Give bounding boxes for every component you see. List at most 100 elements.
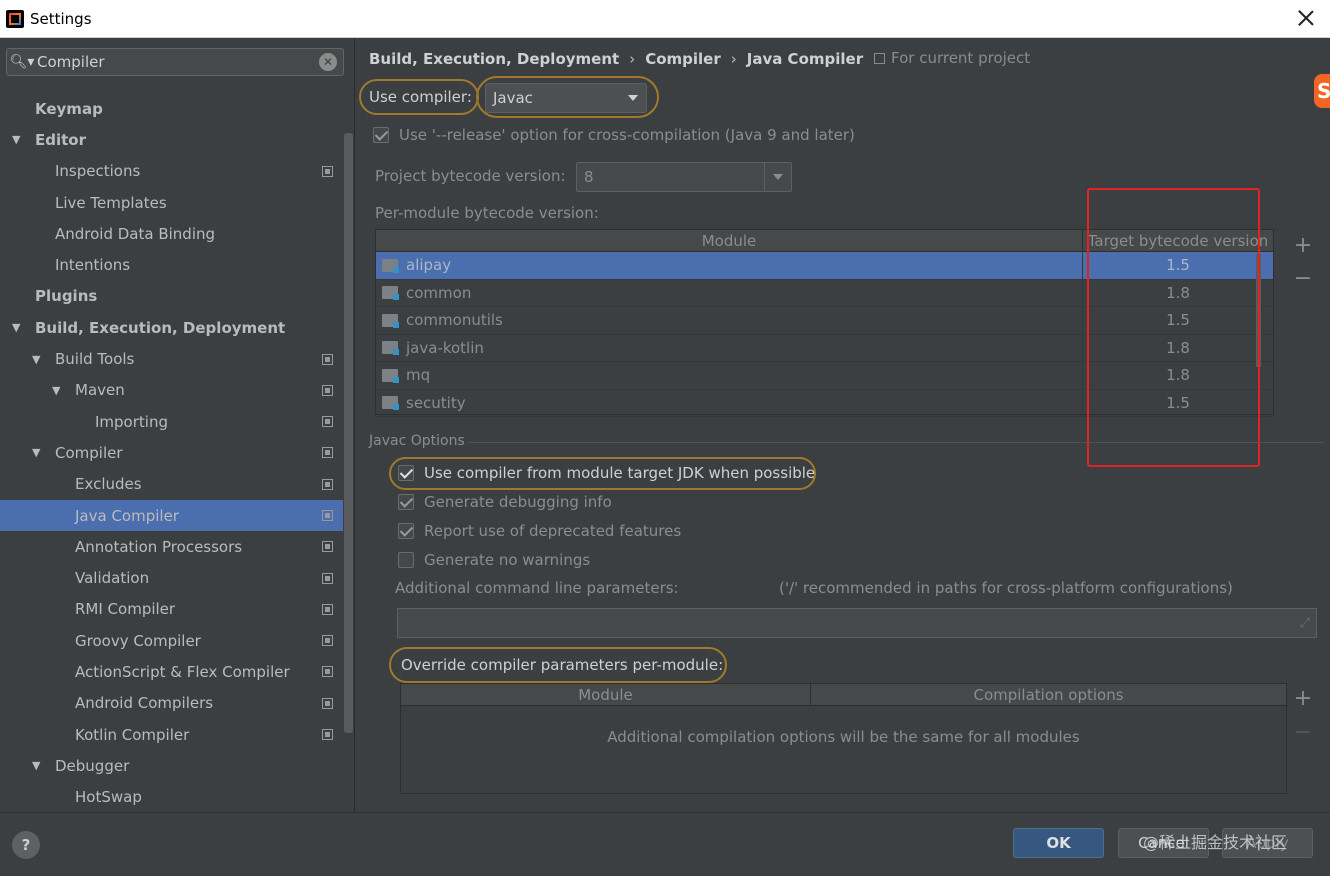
remove-module-button[interactable]: −: [1293, 266, 1313, 291]
sidebar-item-plugins[interactable]: Plugins: [0, 281, 343, 312]
settings-sidebar: 🔍︎▾ ✕ Keymap ▼ Editor Inspections Live Templ…: [0, 38, 355, 812]
title-bar: Settings: [0, 0, 1330, 38]
no-warnings-label: Generate no warnings: [424, 551, 591, 569]
project-bytecode-select[interactable]: 8: [576, 162, 792, 192]
clear-search-icon[interactable]: ✕: [319, 53, 337, 71]
column-header-compilation-options[interactable]: Compilation options: [811, 684, 1286, 705]
release-option-checkbox[interactable]: [373, 127, 389, 143]
debug-info-checkbox[interactable]: [398, 494, 414, 510]
module-folder-icon: [382, 313, 399, 328]
sidebar-item-inspections[interactable]: Inspections: [0, 156, 343, 187]
project-level-icon: [322, 165, 333, 177]
search-box[interactable]: 🔍︎▾ ✕: [6, 48, 344, 76]
project-bytecode-label: Project bytecode version:: [375, 167, 566, 185]
sidebar-item-label: Groovy Compiler: [75, 631, 201, 650]
sidebar-item-label: Intentions: [55, 256, 131, 275]
sidebar-item-java-compiler[interactable]: Java Compiler: [0, 499, 343, 532]
add-module-button[interactable]: +: [1293, 233, 1313, 258]
expand-arrow-icon[interactable]: ▼: [12, 321, 20, 334]
additional-params-input[interactable]: ⤢: [397, 608, 1317, 638]
module-cell[interactable]: java-kotlin: [376, 334, 1083, 361]
sidebar-item-maven[interactable]: ▼ Maven: [0, 375, 343, 406]
sidebar-item-label: Excludes: [75, 475, 142, 494]
sidebar-item-label: Compiler: [55, 443, 123, 462]
release-option-row[interactable]: Use '--release' option for cross-compila…: [373, 126, 855, 144]
additional-params-label: Additional command line parameters:: [395, 579, 679, 597]
project-level-icon: [322, 478, 333, 490]
breadcrumb-separator: ›: [629, 50, 636, 68]
help-button[interactable]: ?: [12, 831, 40, 859]
expand-arrow-icon[interactable]: ▼: [12, 133, 20, 146]
sidebar-item-build-execution-deployment[interactable]: ▼ Build, Execution, Deployment: [0, 312, 343, 343]
sidebar-item-actionscript-flex-compiler[interactable]: ActionScript & Flex Compiler: [0, 656, 343, 687]
sidebar-item-label: Live Templates: [55, 193, 167, 212]
override-empty-text: Additional compilation options will be t…: [607, 728, 1080, 746]
column-header-module[interactable]: Module: [401, 684, 811, 705]
sidebar-item-validation[interactable]: Validation: [0, 562, 343, 593]
add-override-button[interactable]: +: [1293, 686, 1313, 711]
compiler-select-value: Javac: [493, 89, 533, 107]
deprecated-row[interactable]: Report use of deprecated features: [398, 522, 681, 540]
sidebar-item-label: Java Compiler: [75, 506, 179, 525]
sidebar-item-build-tools[interactable]: ▼ Build Tools: [0, 343, 343, 374]
sidebar-item-keymap[interactable]: Keymap: [0, 93, 343, 124]
sidebar-item-android-data-binding[interactable]: Android Data Binding: [0, 218, 343, 249]
module-cell[interactable]: secutity: [376, 389, 1083, 416]
module-folder-icon: [382, 258, 399, 273]
search-input[interactable]: [37, 53, 319, 71]
module-folder-icon: [382, 368, 399, 383]
use-module-jdk-checkbox[interactable]: [398, 465, 414, 481]
deprecated-checkbox[interactable]: [398, 523, 414, 539]
sidebar-item-label: Build, Execution, Deployment: [35, 318, 286, 337]
sidebar-item-debugger[interactable]: ▼ Debugger: [0, 750, 343, 781]
sidebar-item-label: Annotation Processors: [75, 537, 243, 556]
sidebar-item-live-templates[interactable]: Live Templates: [0, 187, 343, 218]
sidebar-item-annotation-processors[interactable]: Annotation Processors: [0, 531, 343, 562]
scope-note: For current project: [874, 49, 1030, 67]
project-level-icon: [322, 729, 333, 741]
expand-arrow-icon[interactable]: ▼: [52, 384, 60, 397]
search-icon[interactable]: 🔍︎▾: [7, 54, 37, 70]
module-cell[interactable]: common: [376, 279, 1083, 306]
sidebar-item-importing[interactable]: Importing: [0, 406, 343, 437]
java-compiler-panel: Build, Execution, Deployment › Compiler …: [356, 38, 1330, 812]
expand-arrow-icon[interactable]: ▼: [32, 446, 40, 459]
module-name: commonutils: [406, 311, 503, 330]
sidebar-item-excludes[interactable]: Excludes: [0, 469, 343, 500]
sidebar-item-compiler[interactable]: ▼ Compiler: [0, 437, 343, 468]
sidebar-item-label: Editor: [35, 130, 86, 149]
sidebar-item-label: Build Tools: [55, 350, 135, 369]
compiler-select[interactable]: Javac: [485, 83, 647, 113]
sidebar-item-android-compilers[interactable]: Android Compilers: [0, 688, 343, 719]
close-icon[interactable]: [1296, 8, 1316, 28]
sidebar-scrollbar[interactable]: [344, 133, 353, 733]
use-module-jdk-label: Use compiler from module target JDK when…: [424, 464, 816, 482]
module-cell[interactable]: mq: [376, 362, 1083, 389]
sidebar-item-editor[interactable]: ▼ Editor: [0, 124, 343, 155]
column-header-module[interactable]: Module: [376, 230, 1083, 251]
no-warnings-row[interactable]: Generate no warnings: [398, 551, 590, 569]
sidebar-item-hotswap[interactable]: HotSwap: [0, 782, 343, 813]
sidebar-item-rmi-compiler[interactable]: RMI Compiler: [0, 594, 343, 625]
no-warnings-checkbox[interactable]: [398, 552, 414, 568]
breadcrumb-separator: ›: [730, 50, 737, 68]
project-level-icon: [322, 635, 333, 647]
sidebar-item-kotlin-compiler[interactable]: Kotlin Compiler: [0, 719, 343, 750]
sidebar-item-label: Android Data Binding: [55, 224, 216, 243]
breadcrumb-compiler: Compiler: [645, 50, 721, 68]
sidebar-item-intentions[interactable]: Intentions: [0, 249, 343, 280]
module-name: common: [406, 283, 472, 302]
ok-button[interactable]: OK: [1013, 828, 1104, 858]
debug-info-row[interactable]: Generate debugging info: [398, 493, 612, 511]
expand-arrow-icon[interactable]: ▼: [32, 759, 40, 772]
module-cell[interactable]: commonutils: [376, 307, 1083, 334]
module-name: mq: [406, 366, 431, 385]
module-cell[interactable]: alipay: [376, 252, 1083, 279]
expand-icon[interactable]: ⤢: [1300, 616, 1310, 631]
project-scope-icon: [874, 52, 885, 64]
remove-override-button[interactable]: −: [1293, 720, 1313, 745]
expand-arrow-icon[interactable]: ▼: [32, 353, 40, 366]
use-module-jdk-row[interactable]: Use compiler from module target JDK when…: [398, 464, 815, 482]
sidebar-item-groovy-compiler[interactable]: Groovy Compiler: [0, 625, 343, 656]
sogou-s-logo: S: [1314, 74, 1330, 108]
